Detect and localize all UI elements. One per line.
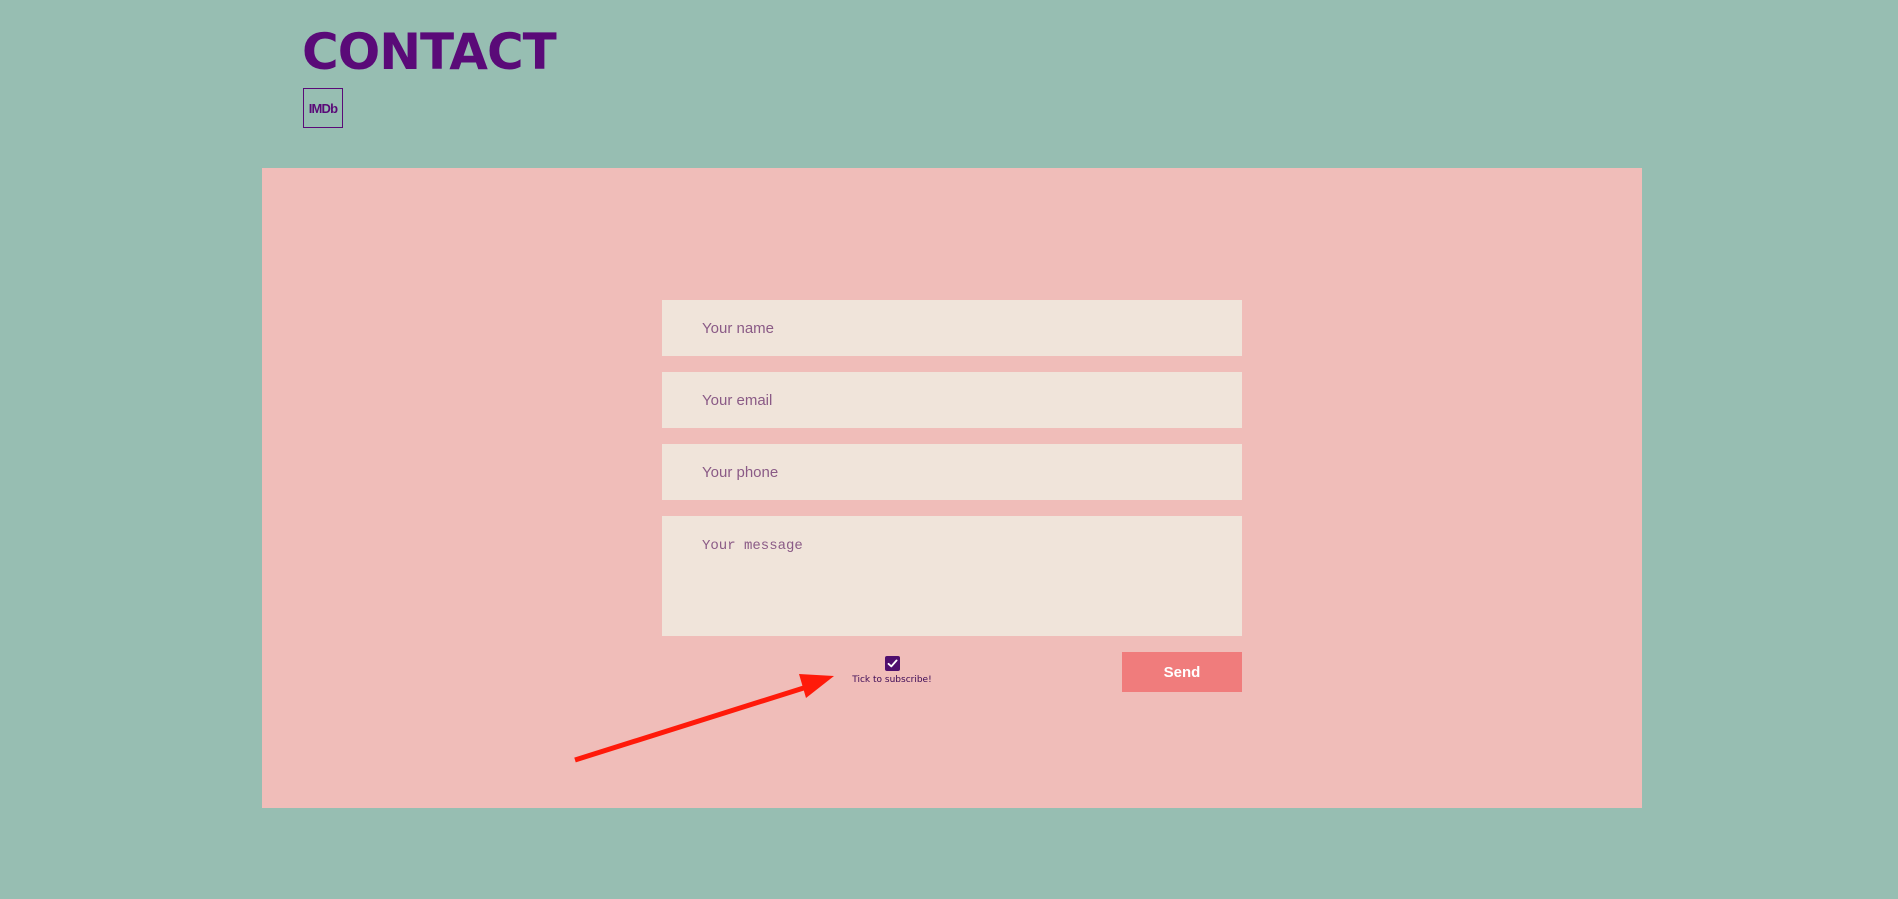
check-icon: [887, 659, 897, 668]
email-input[interactable]: [662, 372, 1242, 428]
imdb-link-icon[interactable]: IMDb: [303, 88, 343, 128]
subscribe-checkbox[interactable]: [884, 656, 900, 671]
red-arrow-icon: [574, 674, 834, 763]
page-title: CONTACT: [302, 23, 557, 81]
name-input[interactable]: [662, 300, 1242, 356]
subscribe-label: Tick to subscribe!: [852, 675, 932, 685]
subscribe-option[interactable]: Tick to subscribe!: [850, 656, 934, 685]
message-textarea[interactable]: [662, 516, 1242, 636]
send-button[interactable]: Send: [1122, 652, 1242, 692]
phone-input[interactable]: [662, 444, 1242, 500]
